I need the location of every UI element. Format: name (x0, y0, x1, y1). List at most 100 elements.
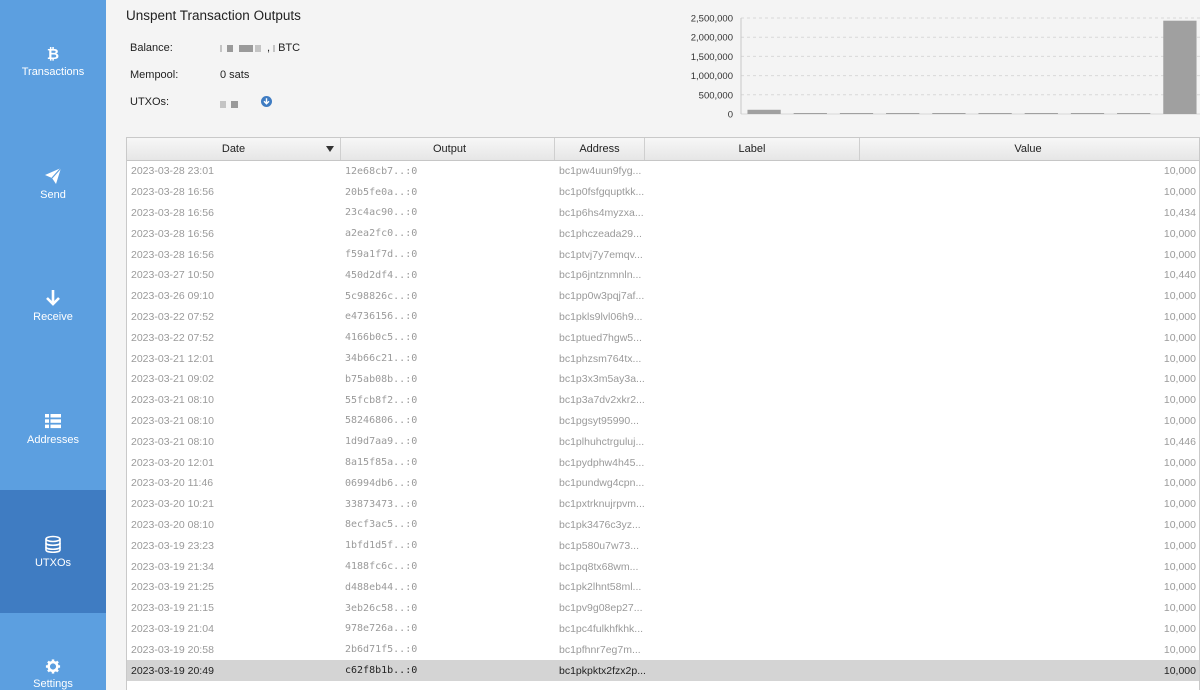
table-row[interactable]: 2023-03-21 08:10 58246806..:0 bc1pgsyt9599… (127, 410, 1199, 432)
table-row[interactable]: 2023-03-19 20:58 2b6d71f5..:0 bc1pfhnr7eg7… (127, 639, 1199, 661)
cell-output: 8a15f85a..:0 (345, 457, 418, 469)
cell-date: 2023-03-20 10:21 (131, 498, 214, 511)
table-row[interactable]: 2023-03-20 10:21 33873473..:0 bc1pxtrknujr… (127, 493, 1199, 515)
cell-value: 10,000 (1163, 186, 1196, 199)
sidebar-item-settings[interactable]: Settings (0, 613, 106, 690)
table-row[interactable]: 2023-03-22 07:52 e4736156..:0 bc1pkls9lvl0… (127, 306, 1199, 328)
cell-output: 3eb26c58..:0 (345, 602, 418, 614)
cell-value: 10,000 (1163, 352, 1196, 365)
cell-address: bc1pp0w3pqj7af... (559, 290, 645, 303)
cell-output: 4188fc6c..:0 (345, 561, 418, 573)
cell-address: bc1plhuhctrguluj... (559, 435, 645, 448)
utxo-table: Date Output Address Label Value 2023-03-… (126, 137, 1200, 690)
cell-address: bc1pundwg4cpn... (559, 477, 645, 490)
sidebar-item-label: Transactions (21, 66, 85, 79)
column-header-address[interactable]: Address (555, 138, 645, 160)
cell-output: 34b66c21..:0 (345, 353, 418, 365)
cell-address: bc1pfhnr7eg7m... (559, 643, 641, 656)
cell-output: f59a1f7d..:0 (345, 249, 418, 261)
table-row[interactable]: 2023-03-28 16:56 a2ea2fc0..:0 bc1phczeada2… (127, 223, 1199, 245)
cell-address: bc1pkls9lvl06h9... (559, 310, 643, 323)
column-header-date[interactable]: Date (127, 138, 341, 160)
arrow-down-icon (46, 290, 60, 307)
cell-date: 2023-03-21 12:01 (131, 352, 214, 365)
chart-bar (1024, 113, 1058, 114)
cell-date: 2023-03-20 11:46 (131, 477, 214, 490)
chart-bar (978, 113, 1012, 114)
mempool-label: Mempool: (130, 69, 179, 81)
cell-output: b75ab08b..:0 (345, 373, 418, 385)
cell-output: 12e68cb7..:0 (345, 165, 418, 177)
table-row[interactable]: 2023-03-28 16:56 23c4ac90..:0 bc1p6hs4myzx… (127, 202, 1199, 224)
list-icon (45, 414, 61, 429)
sidebar-item-label: Receive (33, 311, 73, 324)
cell-date: 2023-03-21 09:02 (131, 373, 214, 386)
table-row[interactable]: 2023-03-28 23:01 12e68cb7..:0 bc1pw4uun9fy… (127, 161, 1199, 182)
column-header-value[interactable]: Value (860, 138, 1199, 160)
bitcoin-icon: ₿ (47, 45, 59, 62)
cell-date: 2023-03-21 08:10 (131, 414, 214, 427)
table-row[interactable]: 2023-03-20 12:01 8a15f85a..:0 bc1pydphw4h4… (127, 452, 1199, 473)
sidebar-item-transactions[interactable]: ₿ Transactions (0, 0, 106, 123)
column-header-output[interactable]: Output (341, 138, 555, 160)
table-header: Date Output Address Label Value (127, 138, 1199, 161)
table-row[interactable]: 2023-03-21 08:10 55fcb8f2..:0 bc1p3a7dv2xk… (127, 389, 1199, 411)
column-header-label[interactable]: Label (645, 138, 860, 160)
cell-output: e4736156..:0 (345, 311, 418, 323)
cell-value: 10,000 (1163, 227, 1196, 240)
cell-date: 2023-03-21 08:10 (131, 435, 214, 448)
main-panel: Unspent Transaction Outputs Balance: , BT… (106, 0, 1200, 690)
cell-date: 2023-03-28 16:56 (131, 206, 214, 219)
cell-output: 1d9d7aa9..:0 (345, 436, 418, 448)
table-row[interactable]: 2023-03-19 21:25 d488eb44..:0 bc1pk2lhnt58… (127, 576, 1199, 598)
chart-bar (886, 113, 920, 114)
cell-value: 10,000 (1163, 560, 1196, 573)
chart-bar (932, 113, 966, 114)
table-row[interactable]: 2023-03-19 21:34 4188fc6c..:0 bc1pq8tx68wm… (127, 556, 1199, 577)
table-row[interactable]: 2023-03-21 09:02 b75ab08b..:0 bc1p3x3m5ay3… (127, 368, 1199, 390)
cell-value: 10,000 (1163, 622, 1196, 635)
table-row[interactable]: 2023-03-19 21:15 3eb26c58..:0 bc1pv9g08ep2… (127, 597, 1199, 619)
table-row[interactable]: 2023-03-22 07:52 4166b0c5..:0 bc1ptued7hgw… (127, 327, 1199, 349)
gear-icon (45, 659, 61, 674)
cell-value: 10,440 (1163, 269, 1196, 282)
cell-date: 2023-03-28 23:01 (131, 165, 214, 178)
table-row[interactable]: 2023-03-26 09:10 5c98826c..:0 bc1pp0w3pqj7… (127, 285, 1199, 307)
coins-icon (45, 535, 61, 553)
download-icon[interactable] (261, 96, 272, 107)
cell-address: bc1pv9g08ep27... (559, 602, 643, 615)
cell-date: 2023-03-19 21:04 (131, 622, 214, 635)
table-row[interactable]: 2023-03-27 10:50 450d2df4..:0 bc1p6jntznmn… (127, 264, 1199, 286)
cell-output: a2ea2fc0..:0 (345, 228, 418, 240)
utxo-value-chart: 0 500,000 1,000,000 1,500,000 2,000,000 2,500… (691, 14, 1200, 121)
table-row[interactable]: 2023-03-20 08:10 8ecf3ac5..:0 bc1pk3476c3y… (127, 514, 1199, 536)
sidebar-item-receive[interactable]: Receive (0, 245, 106, 368)
table-row[interactable]: 2023-03-21 12:01 34b66c21..:0 bc1phzsm764t… (127, 348, 1199, 369)
table-row[interactable]: 2023-03-28 16:56 20b5fe0a..:0 bc1p0fsfgqup… (127, 181, 1199, 203)
sidebar-item-utxos[interactable]: UTXOs (0, 490, 106, 613)
table-row[interactable]: 2023-03-28 16:56 f59a1f7d..:0 bc1ptvj7y7em… (127, 244, 1199, 265)
svg-text:₿: ₿ (47, 45, 59, 62)
cell-address: bc1p3a7dv2xkr2... (559, 394, 645, 407)
table-row[interactable]: 2023-03-19 20:49 c62f8b1b..:0 bc1pkpktx2fz… (127, 660, 1199, 681)
cell-output: 4166b0c5..:0 (345, 332, 418, 344)
cell-date: 2023-03-19 20:49 (131, 664, 214, 677)
chart-bar (1070, 113, 1105, 114)
sidebar-item-addresses[interactable]: Addresses (0, 368, 106, 491)
table-row[interactable]: 2023-03-21 08:10 1d9d7aa9..:0 bc1plhuhctrg… (127, 431, 1199, 453)
cell-date: 2023-03-19 21:15 (131, 602, 214, 615)
table-row[interactable]: 2023-03-19 23:23 1bfd1d5f..:0 bc1p580u7w73… (127, 535, 1199, 557)
cell-date: 2023-03-28 16:56 (131, 186, 214, 199)
cell-address: bc1phzsm764tx... (559, 352, 642, 365)
table-row[interactable]: 2023-03-19 21:04 978e726a..:0 bc1pc4fulkhf… (127, 618, 1199, 640)
cell-output: 20b5fe0a..:0 (345, 186, 418, 198)
cell-output: 450d2df4..:0 (345, 269, 418, 281)
table-row[interactable]: 2023-03-20 11:46 06994db6..:0 bc1pundwg4cp… (127, 472, 1199, 494)
sidebar-item-send[interactable]: Send (0, 123, 106, 246)
cell-value: 10,000 (1163, 331, 1196, 344)
cell-output: 1bfd1d5f..:0 (345, 540, 418, 552)
sidebar-item-label: Send (40, 188, 66, 201)
y-tick-label: 1,500,000 (691, 52, 733, 63)
page-title: Unspent Transaction Outputs (126, 8, 301, 23)
cell-date: 2023-03-21 08:10 (131, 394, 214, 407)
